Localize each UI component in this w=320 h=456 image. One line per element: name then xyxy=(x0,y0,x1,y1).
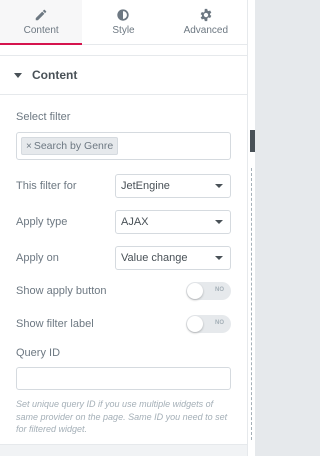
pencil-icon xyxy=(35,9,47,21)
this-filter-for-label: This filter for xyxy=(16,180,77,192)
preview-dashed-border xyxy=(251,168,252,440)
dropdown-arrow-icon xyxy=(215,184,223,188)
apply-type-row: Apply type AJAX xyxy=(16,210,231,234)
preview-scroll-handle[interactable] xyxy=(250,130,255,152)
dropdown-arrow-icon xyxy=(215,256,223,260)
editor-panel: Content Style Advanced Content Select fi… xyxy=(0,0,248,456)
apply-type-label: Apply type xyxy=(16,216,68,228)
apply-type-select[interactable]: AJAX xyxy=(115,210,231,234)
chip-label: Search by Genre xyxy=(33,140,114,152)
query-id-input[interactable] xyxy=(16,367,231,390)
tab-advanced[interactable]: Advanced xyxy=(165,0,247,44)
section-toggle-content[interactable]: Content xyxy=(0,55,247,95)
panel-tabs: Content Style Advanced xyxy=(0,0,247,45)
apply-on-label: Apply on xyxy=(16,252,59,264)
this-filter-for-row: This filter for JetEngine xyxy=(16,174,231,198)
show-filter-label-toggle[interactable]: NO xyxy=(186,315,231,333)
preview-edge xyxy=(248,0,255,456)
apply-on-row: Apply on Value change xyxy=(16,246,231,270)
this-filter-for-value: JetEngine xyxy=(121,180,170,192)
filter-chip: × Search by Genre xyxy=(21,137,119,155)
query-id-label: Query ID xyxy=(16,347,61,359)
tab-style[interactable]: Style xyxy=(82,0,164,44)
apply-on-value: Value change xyxy=(121,252,188,264)
panel-footer xyxy=(0,444,247,456)
caret-down-icon xyxy=(14,72,22,78)
show-filter-label-row: Show filter label NO xyxy=(16,315,231,333)
tab-advanced-label: Advanced xyxy=(183,25,229,36)
tab-content[interactable]: Content xyxy=(0,0,83,45)
half-circle-icon xyxy=(117,9,130,21)
select-filter-label: Select filter xyxy=(16,111,71,123)
toggle-knob xyxy=(187,316,203,332)
show-filter-label-label: Show filter label xyxy=(16,318,94,330)
show-apply-button-label: Show apply button xyxy=(16,285,107,297)
apply-type-value: AJAX xyxy=(121,216,149,228)
section-title: Content xyxy=(32,68,78,82)
this-filter-for-select[interactable]: JetEngine xyxy=(115,174,231,198)
select-filter-field[interactable]: × Search by Genre xyxy=(16,132,231,160)
chip-remove-icon[interactable]: × xyxy=(26,141,32,152)
apply-on-select[interactable]: Value change xyxy=(115,246,231,270)
dropdown-arrow-icon xyxy=(215,220,223,224)
query-id-description: Set unique query ID if you use multiple … xyxy=(16,399,228,435)
show-apply-button-toggle[interactable]: NO xyxy=(186,282,231,300)
toggle-state-label: NO xyxy=(215,320,224,326)
show-apply-button-row: Show apply button NO xyxy=(16,282,231,300)
tab-content-label: Content xyxy=(23,25,59,36)
gear-icon xyxy=(200,8,212,22)
toggle-state-label: NO xyxy=(215,287,224,293)
controls: Select filter × Search by Genre This fil… xyxy=(0,111,247,436)
tab-style-label: Style xyxy=(112,25,135,36)
toggle-knob xyxy=(187,283,203,299)
